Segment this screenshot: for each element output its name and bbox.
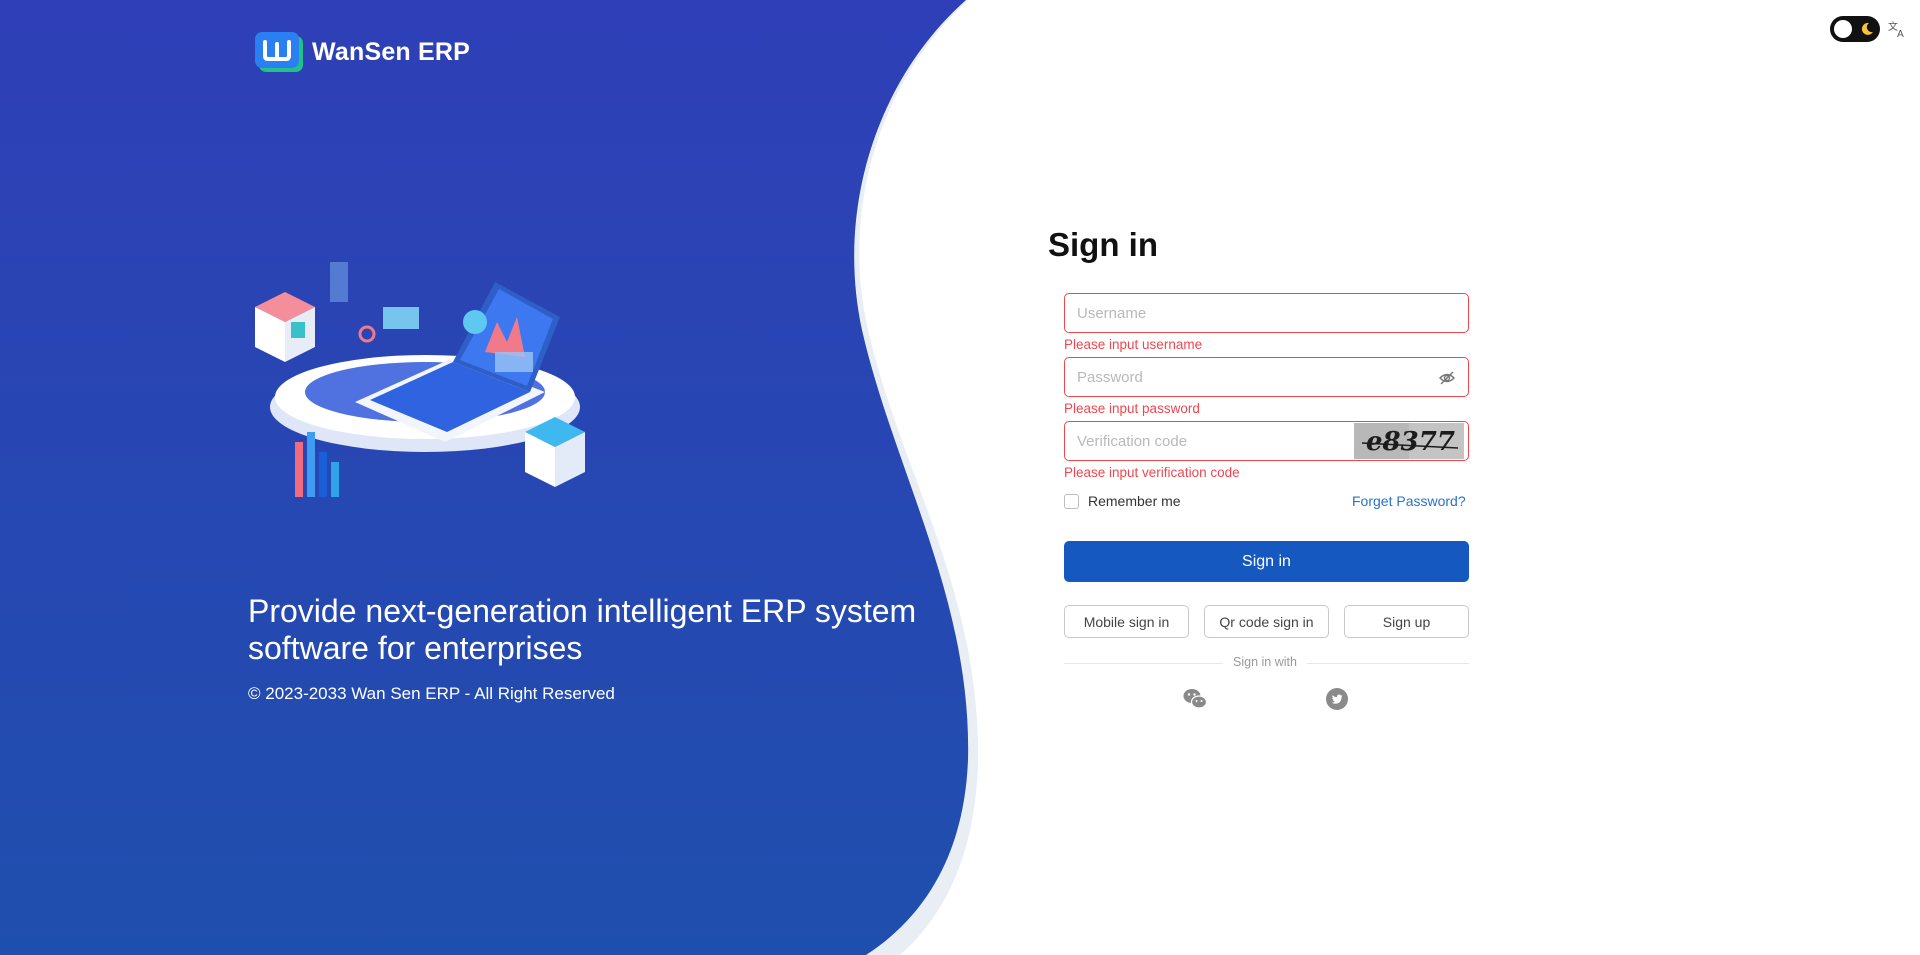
svg-text:A: A bbox=[1897, 29, 1904, 39]
copyright-text: © 2023-2033 Wan Sen ERP - All Right Rese… bbox=[248, 684, 615, 703]
qr-signin-button[interactable]: Qr code sign in bbox=[1204, 605, 1329, 638]
remember-me[interactable]: Remember me bbox=[1064, 493, 1181, 509]
hero-illustration bbox=[255, 262, 585, 497]
brand[interactable]: WanSen ERP bbox=[255, 32, 470, 72]
twitter-icon[interactable] bbox=[1326, 688, 1348, 710]
moon-icon bbox=[1861, 22, 1873, 35]
password-error: Please input password bbox=[1064, 401, 1200, 416]
mobile-signin-button[interactable]: Mobile sign in bbox=[1064, 605, 1189, 638]
translate-icon[interactable]: 文 A bbox=[1887, 19, 1907, 39]
eye-off-icon[interactable] bbox=[1438, 369, 1456, 387]
hero-tagline: Provide next-generation intelligent ERP … bbox=[248, 593, 917, 666]
verification-field[interactable]: e8377 bbox=[1064, 421, 1469, 461]
captcha-image[interactable]: e8377 bbox=[1354, 423, 1464, 459]
theme-toggle[interactable] bbox=[1830, 16, 1880, 42]
username-input[interactable] bbox=[1065, 294, 1468, 332]
social-divider-text: Sign in with bbox=[1223, 655, 1307, 669]
signin-title: Sign in bbox=[1048, 226, 1158, 263]
username-error: Please input username bbox=[1064, 337, 1203, 352]
forgot-password-link[interactable]: Forget Password? bbox=[1352, 493, 1466, 509]
logo-icon bbox=[255, 32, 303, 72]
remember-label: Remember me bbox=[1088, 493, 1181, 509]
signup-button[interactable]: Sign up bbox=[1344, 605, 1469, 638]
password-field[interactable] bbox=[1064, 357, 1469, 397]
captcha-text: e8377 bbox=[1366, 427, 1455, 457]
toggle-knob bbox=[1834, 20, 1852, 38]
login-page: WanSen ERP Provide next-generation intel… bbox=[0, 0, 1920, 955]
signin-button[interactable]: Sign in bbox=[1064, 541, 1469, 582]
username-field[interactable] bbox=[1064, 293, 1469, 333]
brand-name: WanSen ERP bbox=[312, 37, 471, 66]
remember-checkbox[interactable] bbox=[1064, 493, 1079, 509]
wechat-icon[interactable] bbox=[1183, 688, 1207, 710]
verification-error: Please input verification code bbox=[1064, 465, 1240, 480]
password-input[interactable] bbox=[1065, 358, 1468, 396]
